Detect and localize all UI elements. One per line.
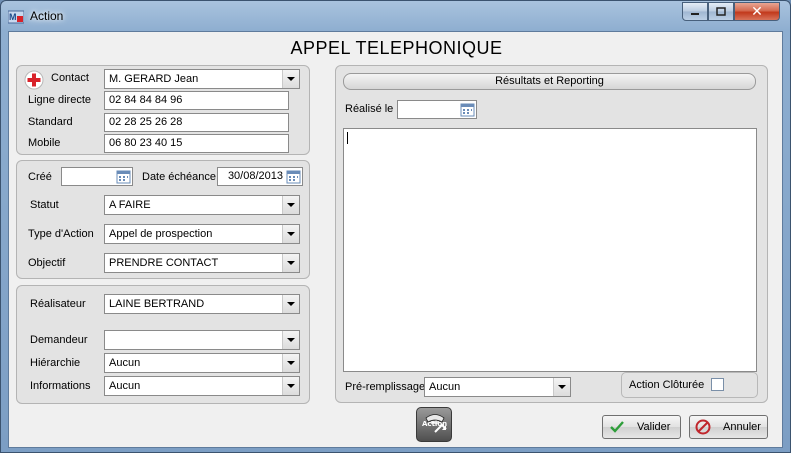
chevron-down-icon xyxy=(282,331,299,349)
cloturee-checkbox[interactable] xyxy=(711,378,724,391)
chevron-down-icon xyxy=(282,354,299,372)
ligne-directe-field[interactable]: 02 84 84 84 96 xyxy=(104,91,289,110)
title-bar[interactable]: M Action ✕ xyxy=(1,1,790,31)
statut-label: Statut xyxy=(30,199,59,211)
app-icon: M xyxy=(8,10,24,24)
realisateur-select[interactable]: LAINE BERTRAND xyxy=(104,294,300,314)
contact-select[interactable]: M. GERARD Jean xyxy=(104,69,300,89)
demandeur-select[interactable] xyxy=(104,330,300,350)
preremplissage-label: Pré-remplissage xyxy=(345,381,426,393)
chevron-down-icon xyxy=(282,225,299,243)
realisateur-label: Réalisateur xyxy=(30,298,86,310)
valider-label: Valider xyxy=(637,421,671,433)
chevron-down-icon xyxy=(282,295,299,313)
hierarchie-select[interactable]: Aucun xyxy=(104,353,300,373)
type-action-label: Type d'Action xyxy=(28,228,94,240)
hierarchie-label: Hiérarchie xyxy=(30,357,81,369)
standard-field[interactable]: 02 28 25 26 28 xyxy=(104,113,289,132)
action-icon-button[interactable]: Action xyxy=(416,407,452,442)
contact-label: Contact xyxy=(51,72,89,84)
results-header-text: Résultats et Reporting xyxy=(495,75,604,87)
valider-button[interactable]: Valider xyxy=(602,415,681,439)
contact-panel: Contact M. GERARD Jean Ligne directe 02 … xyxy=(16,65,310,155)
type-action-value: Appel de prospection xyxy=(109,228,213,240)
action-info-panel: Créé Date échéance 30/08/2013 Statut A F… xyxy=(16,160,310,279)
close-button[interactable]: ✕ xyxy=(734,2,780,21)
chevron-down-icon xyxy=(282,70,299,88)
window-title: Action xyxy=(30,9,64,23)
calendar-icon[interactable] xyxy=(460,102,475,117)
statut-select[interactable]: A FAIRE xyxy=(104,195,300,215)
realise-le-date-field[interactable] xyxy=(397,100,477,119)
echeance-label: Date échéance xyxy=(142,171,216,183)
mobile-value: 06 80 23 40 15 xyxy=(109,137,183,149)
echeance-value: 30/08/2013 xyxy=(227,170,283,182)
people-panel: Réalisateur LAINE BERTRAND Demandeur Hié… xyxy=(16,285,310,404)
standard-value: 02 28 25 26 28 xyxy=(109,116,183,128)
checkmark-icon xyxy=(610,421,624,433)
echeance-date-field[interactable]: 30/08/2013 xyxy=(217,167,303,186)
text-caret xyxy=(347,132,348,144)
contact-value: M. GERARD Jean xyxy=(109,73,199,85)
objectif-label: Objectif xyxy=(28,257,66,269)
hierarchie-value: Aucun xyxy=(109,357,141,369)
add-contact-icon[interactable] xyxy=(24,70,44,90)
informations-label: Informations xyxy=(30,380,91,392)
chevron-down-icon xyxy=(282,254,299,272)
informations-select[interactable]: Aucun xyxy=(104,376,300,396)
chevron-down-icon xyxy=(282,377,299,395)
objectif-select[interactable]: PRENDRE CONTACT xyxy=(104,253,300,273)
calendar-icon[interactable] xyxy=(286,169,301,184)
cree-label: Créé xyxy=(28,171,52,183)
minimize-icon xyxy=(691,12,699,15)
page-title: APPEL TELEPHONIQUE xyxy=(290,38,503,58)
standard-label: Standard xyxy=(28,116,73,128)
cloturee-label: Action Clôturée xyxy=(629,379,705,391)
mobile-field[interactable]: 06 80 23 40 15 xyxy=(104,134,289,153)
results-header: Résultats et Reporting xyxy=(343,73,756,90)
minimize-button[interactable] xyxy=(682,2,708,21)
realise-le-label: Réalisé le xyxy=(345,103,394,115)
results-panel: Résultats et Reporting Réalisé le Pré-re… xyxy=(335,65,768,403)
calendar-icon[interactable] xyxy=(116,169,131,184)
action-icon-label: Action xyxy=(422,420,448,428)
statut-value: A FAIRE xyxy=(109,199,151,211)
annuler-button[interactable]: Annuler xyxy=(689,415,768,439)
preremplissage-value: Aucun xyxy=(429,381,461,393)
mobile-label: Mobile xyxy=(28,137,61,149)
type-action-select[interactable]: Appel de prospection xyxy=(104,224,300,244)
dialog-body: APPEL TELEPHONIQUE Contact M. GERARD Jea… xyxy=(8,31,783,448)
demandeur-label: Demandeur xyxy=(30,334,88,346)
informations-value: Aucun xyxy=(109,380,141,392)
chevron-down-icon xyxy=(282,196,299,214)
annuler-label: Annuler xyxy=(723,421,761,433)
cree-date-field[interactable] xyxy=(61,167,133,186)
chevron-down-icon xyxy=(553,378,570,396)
ligne-directe-value: 02 84 84 84 96 xyxy=(109,94,183,106)
action-window: M Action ✕ APPEL TELEPHONIQUE Contact M.… xyxy=(0,0,791,453)
preremplissage-select[interactable]: Aucun xyxy=(424,377,571,397)
maximize-icon xyxy=(716,6,726,16)
objectif-value: PRENDRE CONTACT xyxy=(109,257,219,269)
svg-text:M: M xyxy=(9,12,17,22)
maximize-button[interactable] xyxy=(708,2,734,21)
cloturee-group: Action Clôturée xyxy=(621,372,758,398)
close-icon: ✕ xyxy=(751,3,763,20)
cancel-icon xyxy=(695,419,711,435)
realisateur-value: LAINE BERTRAND xyxy=(109,298,205,310)
notes-textarea[interactable] xyxy=(343,128,757,372)
ligne-directe-label: Ligne directe xyxy=(28,94,91,106)
